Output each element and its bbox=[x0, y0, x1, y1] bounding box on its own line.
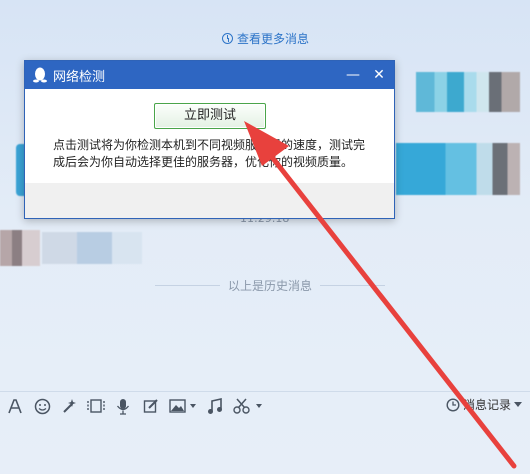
annotation-arrow bbox=[244, 121, 517, 469]
